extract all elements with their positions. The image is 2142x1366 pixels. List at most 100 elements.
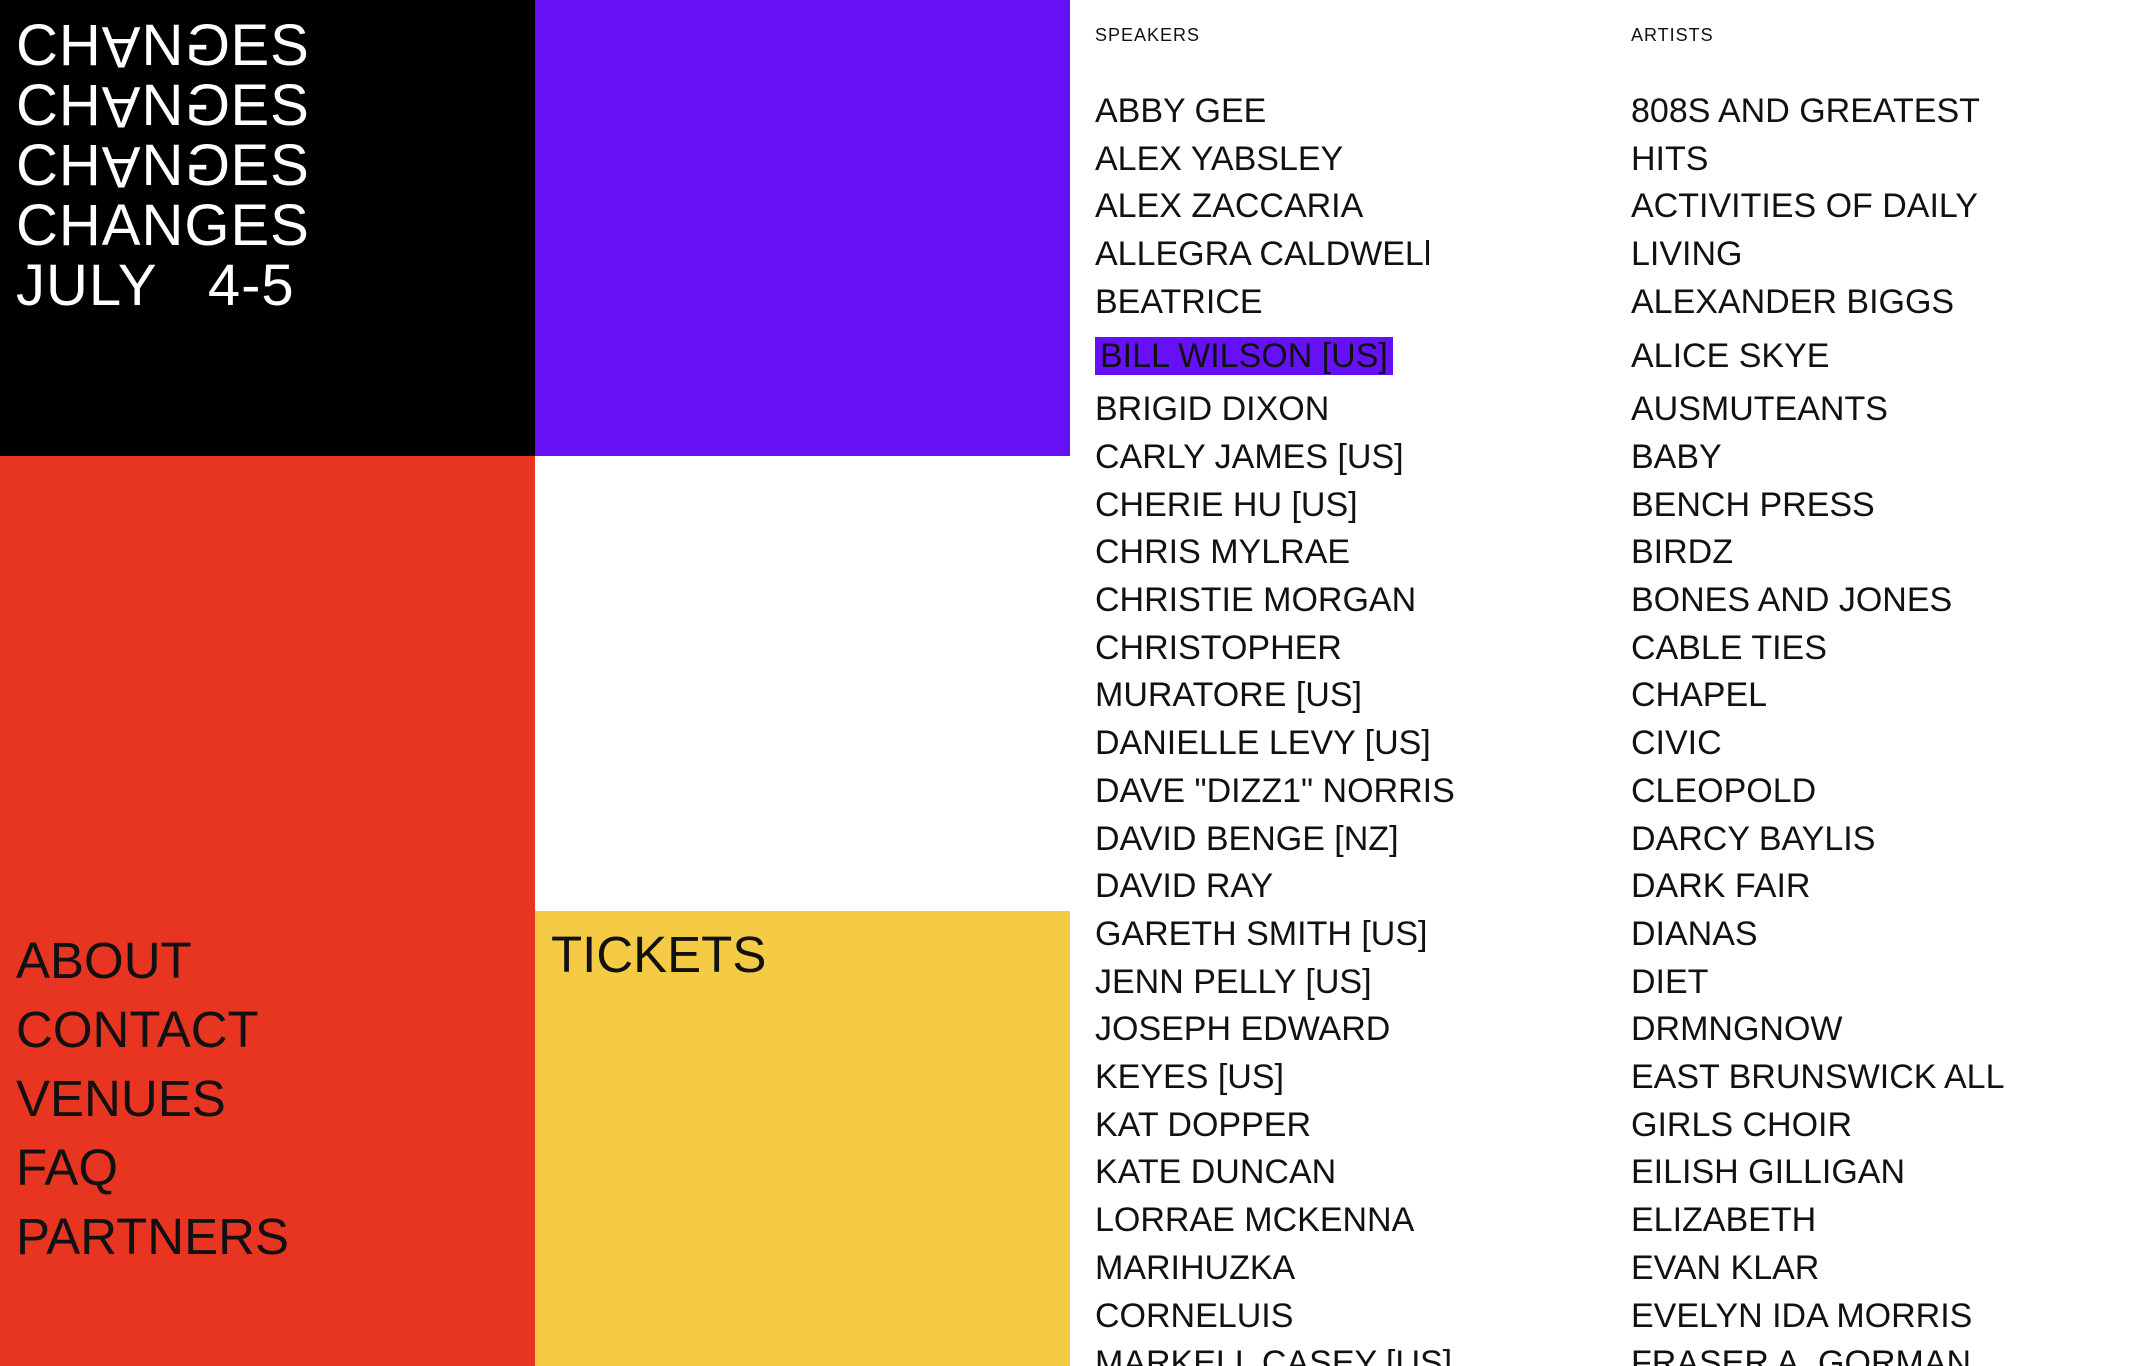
nav-item-faq[interactable]: FAQ (16, 1133, 289, 1202)
list-item-label: ALEX ZACCARIA (1095, 187, 1364, 226)
logo-text: ES (230, 133, 310, 198)
list-item[interactable]: CARLY JAMES [US] (1095, 434, 1615, 482)
list-item[interactable]: DIANAS (1631, 911, 2131, 959)
list-item[interactable]: MURATORE [US] (1095, 672, 1615, 720)
list-item-label: DARK FAIR (1631, 867, 1811, 906)
list-item-label: MURATORE [US] (1095, 676, 1362, 715)
list-item-label: LIVING (1631, 235, 1743, 274)
list-item[interactable]: JENN PELLY [US] (1095, 959, 1615, 1007)
list-item[interactable]: BILL WILSON [US] (1095, 333, 1615, 381)
nav-item-contact[interactable]: CONTACT (16, 995, 289, 1064)
artists-list: 808S AND GREATEST HITS ACTIVITIES OF DAILY… (1631, 88, 2131, 1366)
list-item[interactable]: 808S AND GREATEST (1631, 88, 2131, 136)
list-item[interactable]: MARIHUZKA (1095, 1245, 1615, 1293)
list-item[interactable]: GARETH SMITH [US] (1095, 911, 1615, 959)
nav-item-partners[interactable]: PARTNERS (16, 1202, 289, 1271)
list-item[interactable]: DARK FAIR (1631, 863, 2131, 911)
list-item[interactable]: CLEOPOLD (1631, 768, 2131, 816)
nav-item-venues[interactable]: VENUES (16, 1064, 289, 1133)
list-item[interactable]: CABLE TIES (1631, 625, 2131, 673)
list-item[interactable]: LORRAE MCKENNA (1095, 1197, 1615, 1245)
list-item-label: EAST BRUNSWICK ALL (1631, 1058, 2005, 1097)
list-item[interactable]: CORNELUIS (1095, 1293, 1615, 1341)
list-item[interactable]: ALICE SKYE (1631, 333, 2131, 381)
list-item[interactable]: CHRISTOPHER (1095, 625, 1615, 673)
list-item[interactable]: CHRIS MYLRAE (1095, 529, 1615, 577)
white-block (535, 456, 1070, 911)
list-item[interactable]: GIRLS CHOIR (1631, 1102, 2131, 1150)
list-item[interactable]: BENCH PRESS (1631, 482, 2131, 530)
list-item-label: CHERIE HU [US] (1095, 485, 1358, 524)
list-item[interactable]: KEYES [US] (1095, 1054, 1615, 1102)
list-item[interactable]: CHERIE HU [US] (1095, 482, 1615, 530)
list-item[interactable]: ABBY GEE (1095, 88, 1615, 136)
list-item-label: DAVID BENGE [NZ] (1095, 819, 1399, 858)
logo-flipped-letter: A (101, 14, 142, 79)
list-item-label: MARIHUZKA (1095, 1248, 1296, 1287)
list-item[interactable]: ALLEGRA CALDWELl (1095, 231, 1615, 279)
list-item-label: CIVIC (1631, 724, 1722, 763)
logo-mirrored-letter: G (184, 13, 231, 78)
list-item[interactable]: EVELYN IDA MORRIS (1631, 1293, 2131, 1341)
list-item[interactable]: DAVE "DIZZ1" NORRIS (1095, 768, 1615, 816)
list-item[interactable]: CIVIC (1631, 720, 2131, 768)
list-item-label: BENCH PRESS (1631, 485, 1875, 524)
list-item[interactable]: ALEX YABSLEY (1095, 136, 1615, 184)
list-item[interactable]: ELIZABETH (1631, 1197, 2131, 1245)
list-item[interactable]: BIRDZ (1631, 529, 2131, 577)
list-item-label: DANIELLE LEVY [US] (1095, 724, 1431, 763)
list-item[interactable]: BEATRICE (1095, 279, 1615, 327)
list-item-label: CABLE TIES (1631, 628, 1827, 667)
list-item[interactable]: MARKELL CASEY [US] (1095, 1340, 1615, 1366)
speakers-heading: SPEAKERS (1095, 25, 1201, 45)
list-item[interactable]: BRIGID DIXON (1095, 386, 1615, 434)
list-item[interactable]: LIVING (1631, 231, 2131, 279)
list-item-label: ALEX YABSLEY (1095, 139, 1344, 178)
list-item-label: LORRAE MCKENNA (1095, 1201, 1415, 1240)
page: CHANGES CHANGES CHANGES CHANGES JULY 4-5… (0, 0, 2142, 1366)
list-item[interactable]: DARCY BAYLIS (1631, 816, 2131, 864)
list-item-label: ACTIVITIES OF DAILY (1631, 187, 1978, 226)
list-item[interactable]: CHAPEL (1631, 672, 2131, 720)
logo-text: CH (16, 73, 102, 138)
list-item[interactable]: CHRISTIE MORGAN (1095, 577, 1615, 625)
list-item[interactable]: EILISH GILLIGAN (1631, 1149, 2131, 1197)
list-item-label: FRASER A. GORMAN (1631, 1344, 1972, 1366)
list-item[interactable]: KATE DUNCAN (1095, 1149, 1615, 1197)
list-item-label: CHRIS MYLRAE (1095, 533, 1351, 572)
list-item[interactable]: DRMNGNOW (1631, 1006, 2131, 1054)
list-item[interactable]: JOSEPH EDWARD (1095, 1006, 1615, 1054)
logo-mirrored-letter: G (184, 73, 231, 138)
list-item[interactable]: ALEX ZACCARIA (1095, 183, 1615, 231)
list-item[interactable]: AUSMUTEANTS (1631, 386, 2131, 434)
list-item-label: JENN PELLY [US] (1095, 962, 1372, 1001)
festival-dates: JULY 4-5 (16, 253, 295, 318)
list-item-label: DAVID RAY (1095, 867, 1274, 906)
list-item[interactable]: DAVID BENGE [NZ] (1095, 816, 1615, 864)
list-item[interactable]: DIET (1631, 959, 2131, 1007)
tickets-link[interactable]: TICKETS (551, 925, 766, 985)
list-item-label: CHAPEL (1631, 676, 1768, 715)
logo-line-4: CHANGES (16, 193, 310, 258)
list-item[interactable]: ACTIVITIES OF DAILY (1631, 183, 2131, 231)
list-item-label: BABY (1631, 437, 1722, 476)
nav-item-about[interactable]: ABOUT (16, 926, 289, 995)
logo-line-1: CHANGES (16, 13, 310, 79)
list-item[interactable]: DANIELLE LEVY [US] (1095, 720, 1615, 768)
list-item[interactable]: BONES AND JONES (1631, 577, 2131, 625)
list-item[interactable]: DAVID RAY (1095, 863, 1615, 911)
list-item[interactable]: HITS (1631, 136, 2131, 184)
list-item[interactable]: EVAN KLAR (1631, 1245, 2131, 1293)
list-item-label: GARETH SMITH [US] (1095, 914, 1428, 953)
list-item[interactable]: KAT DOPPER (1095, 1102, 1615, 1150)
festival-logo[interactable]: CHANGES CHANGES CHANGES CHANGES JULY 4-5 (16, 13, 310, 318)
list-item-label: CARLY JAMES [US] (1095, 437, 1404, 476)
list-item[interactable]: EAST BRUNSWICK ALL (1631, 1054, 2131, 1102)
list-item-label: HITS (1631, 139, 1709, 178)
list-item[interactable]: BABY (1631, 434, 2131, 482)
list-item-label: AUSMUTEANTS (1631, 390, 1888, 429)
logo-line-2: CHANGES (16, 73, 310, 139)
list-item[interactable]: FRASER A. GORMAN (1631, 1340, 2131, 1366)
list-item[interactable]: ALEXANDER BIGGS (1631, 279, 2131, 327)
artists-column: ARTISTS 808S AND GREATEST HITS ACTIVITIES … (1631, 24, 2131, 1366)
